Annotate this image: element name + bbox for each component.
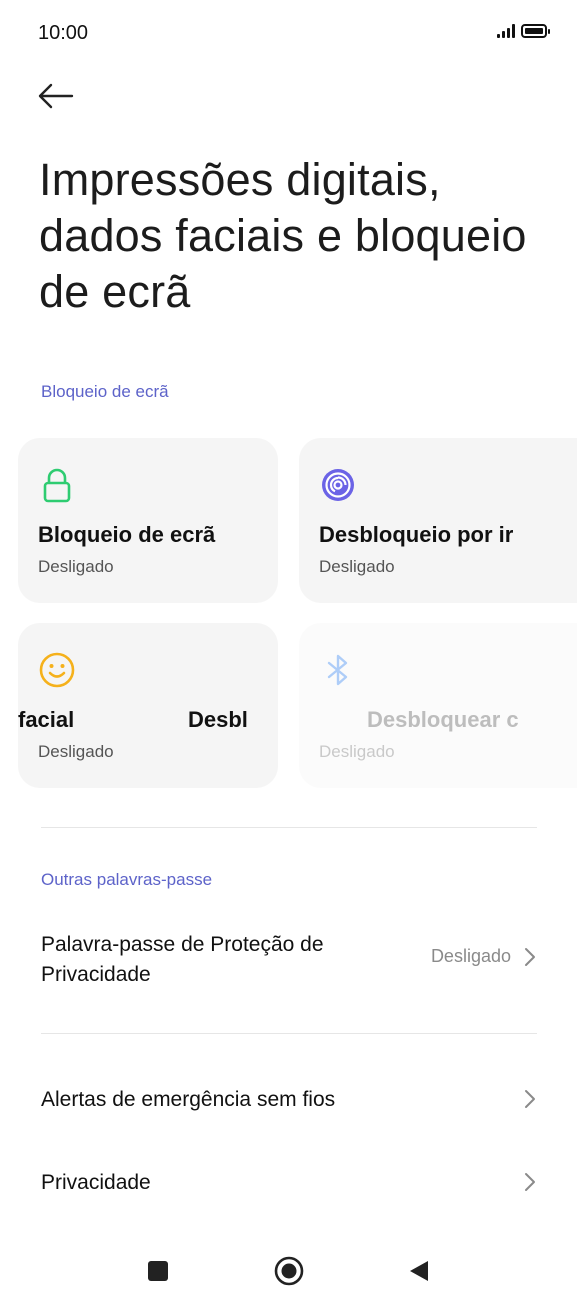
divider xyxy=(41,1033,537,1034)
row-title: Privacidade xyxy=(41,1171,151,1194)
card-title: Bloqueio de ecrã xyxy=(38,522,216,547)
row-title: Alertas de emergência sem fios xyxy=(41,1088,336,1111)
navigation-bar xyxy=(0,1240,577,1300)
back-button[interactable] xyxy=(32,74,80,118)
card-bluetooth-unlock[interactable]: Desbloquear c Desligado xyxy=(299,623,577,788)
card-status: Desligado xyxy=(319,557,395,576)
card-title-right: Desbl xyxy=(188,707,248,732)
section-header-screen-lock: Bloqueio de ecrã xyxy=(41,382,169,401)
card-title: Desbloquear c xyxy=(367,707,519,732)
section-header-other-passwords: Outras palavras-passe xyxy=(41,870,213,889)
row-privacy[interactable]: Privacidade xyxy=(0,1158,577,1208)
divider xyxy=(41,827,537,828)
battery-icon xyxy=(521,24,550,38)
back-nav-button[interactable] xyxy=(402,1254,436,1288)
status-bar: 10:00 xyxy=(0,0,577,64)
row-privacy-protection-password[interactable]: Palavra-passe de Proteção de Privacidade… xyxy=(0,920,577,1000)
row-wireless-emergency-alerts[interactable]: Alertas de emergência sem fios xyxy=(0,1075,577,1125)
bluetooth-icon xyxy=(327,654,348,686)
card-status: Desligado xyxy=(38,557,114,576)
page-title: Impressões digitais, dados faciais e blo… xyxy=(39,154,527,317)
status-time: 10:00 xyxy=(38,22,89,44)
signal-bars-icon xyxy=(497,24,515,38)
row-title-line2: Privacidade xyxy=(41,963,151,986)
row-title-line1: Palavra-passe de Proteção de xyxy=(41,933,324,956)
card-title: Desbloqueio por ir xyxy=(319,522,514,547)
chevron-right-icon xyxy=(525,1173,535,1191)
fingerprint-icon xyxy=(322,469,354,501)
chevron-right-icon xyxy=(525,1090,535,1108)
circle-home-icon xyxy=(274,1256,304,1286)
arrow-left-icon xyxy=(38,83,74,109)
card-status: Desligado xyxy=(38,742,114,761)
row-value: Desligado xyxy=(430,946,511,966)
status-icons xyxy=(497,24,550,38)
square-icon xyxy=(148,1261,168,1281)
recents-button[interactable] xyxy=(141,1254,175,1288)
home-button[interactable] xyxy=(272,1254,306,1288)
smiley-face-icon xyxy=(39,652,75,688)
lock-icon xyxy=(43,468,71,503)
triangle-back-icon xyxy=(410,1261,428,1281)
card-face-unlock[interactable]: facial Desbl Desligado xyxy=(18,623,278,788)
card-status: Desligado xyxy=(319,742,395,761)
card-fingerprint-unlock[interactable]: Desbloqueio por ir Desligado xyxy=(299,438,577,603)
chevron-right-icon xyxy=(525,948,535,966)
card-title-left: facial xyxy=(18,707,75,732)
card-screen-lock[interactable]: Bloqueio de ecrã Desligado xyxy=(18,438,278,603)
